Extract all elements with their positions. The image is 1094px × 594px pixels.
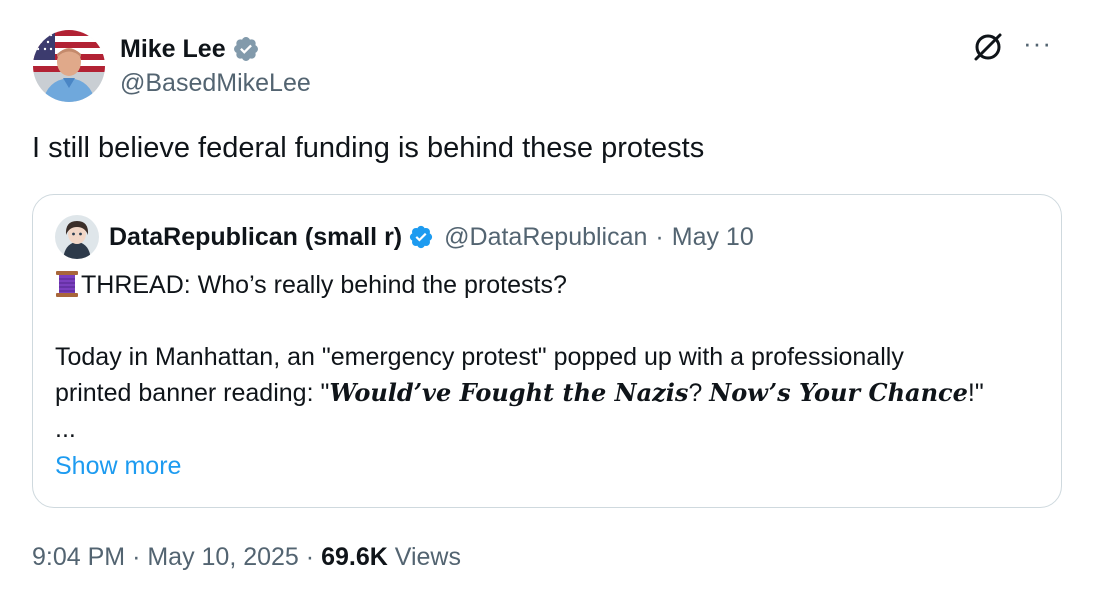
tweet-date[interactable]: May 10, 2025 bbox=[147, 543, 299, 571]
quoted-banner-text-1: Would’ve Fought the Nazis bbox=[329, 378, 689, 407]
quoted-blank-line bbox=[55, 303, 1045, 339]
verified-badge-icon[interactable] bbox=[232, 35, 260, 63]
quoted-banner-text-2: Now’s Your Chance bbox=[709, 378, 968, 407]
quoted-tweet[interactable]: DataRepublican (small r) @DataRepublican… bbox=[32, 194, 1062, 508]
tweet-card: Mike Lee @BasedMikeLee ··· I still belie… bbox=[0, 0, 1094, 594]
quoted-line-1: THREAD: Who’s really behind the protests… bbox=[55, 267, 1045, 303]
author-handle[interactable]: @BasedMikeLee bbox=[120, 69, 311, 98]
quoted-tweet-body: THREAD: Who’s really behind the protests… bbox=[55, 267, 1045, 447]
quoted-verified-badge-icon bbox=[408, 224, 434, 250]
quoted-line-2: Today in Manhattan, an "emergency protes… bbox=[55, 343, 904, 371]
author-name-row: Mike Lee bbox=[120, 31, 311, 67]
author-name[interactable]: Mike Lee bbox=[120, 35, 226, 64]
author-avatar[interactable] bbox=[33, 30, 105, 102]
quoted-author-name: DataRepublican (small r) bbox=[109, 222, 403, 251]
thread-spool-icon bbox=[55, 270, 79, 298]
tweet-time[interactable]: 9:04 PM bbox=[32, 543, 125, 571]
author-block: Mike Lee @BasedMikeLee bbox=[120, 31, 311, 98]
quoted-date: May 10 bbox=[671, 222, 754, 251]
quoted-line-3-suffix: !" bbox=[967, 379, 984, 407]
quoted-tweet-header: DataRepublican (small r) @DataRepublican… bbox=[55, 215, 754, 259]
top-actions: ··· bbox=[971, 30, 1052, 64]
tweet-text: I still believe federal funding is behin… bbox=[32, 132, 705, 164]
tweet-footer: 9:04 PM · May 10, 2025 · 69.6K Views bbox=[32, 543, 461, 572]
footer-separator-1: · bbox=[132, 543, 141, 571]
views-label[interactable]: Views bbox=[395, 543, 461, 571]
quoted-ellipsis: ... bbox=[55, 415, 76, 443]
quoted-line-1-text: THREAD: Who’s really behind the protests… bbox=[81, 271, 567, 299]
show-more-link[interactable]: Show more bbox=[55, 452, 181, 481]
views-count[interactable]: 69.6K bbox=[321, 543, 388, 571]
footer-separator-2: · bbox=[305, 543, 315, 571]
quoted-line-3: printed banner reading: "Would’ve Fought… bbox=[55, 375, 1045, 411]
grok-icon[interactable] bbox=[971, 30, 1005, 64]
more-options-icon[interactable]: ··· bbox=[1023, 30, 1052, 56]
quoted-separator: · bbox=[655, 222, 664, 251]
quoted-line-3-mid: ? bbox=[688, 379, 710, 407]
quoted-author-avatar bbox=[55, 215, 99, 259]
quoted-author-handle: @DataRepublican bbox=[444, 222, 648, 251]
quoted-line-3-prefix: printed banner reading: " bbox=[55, 379, 330, 407]
